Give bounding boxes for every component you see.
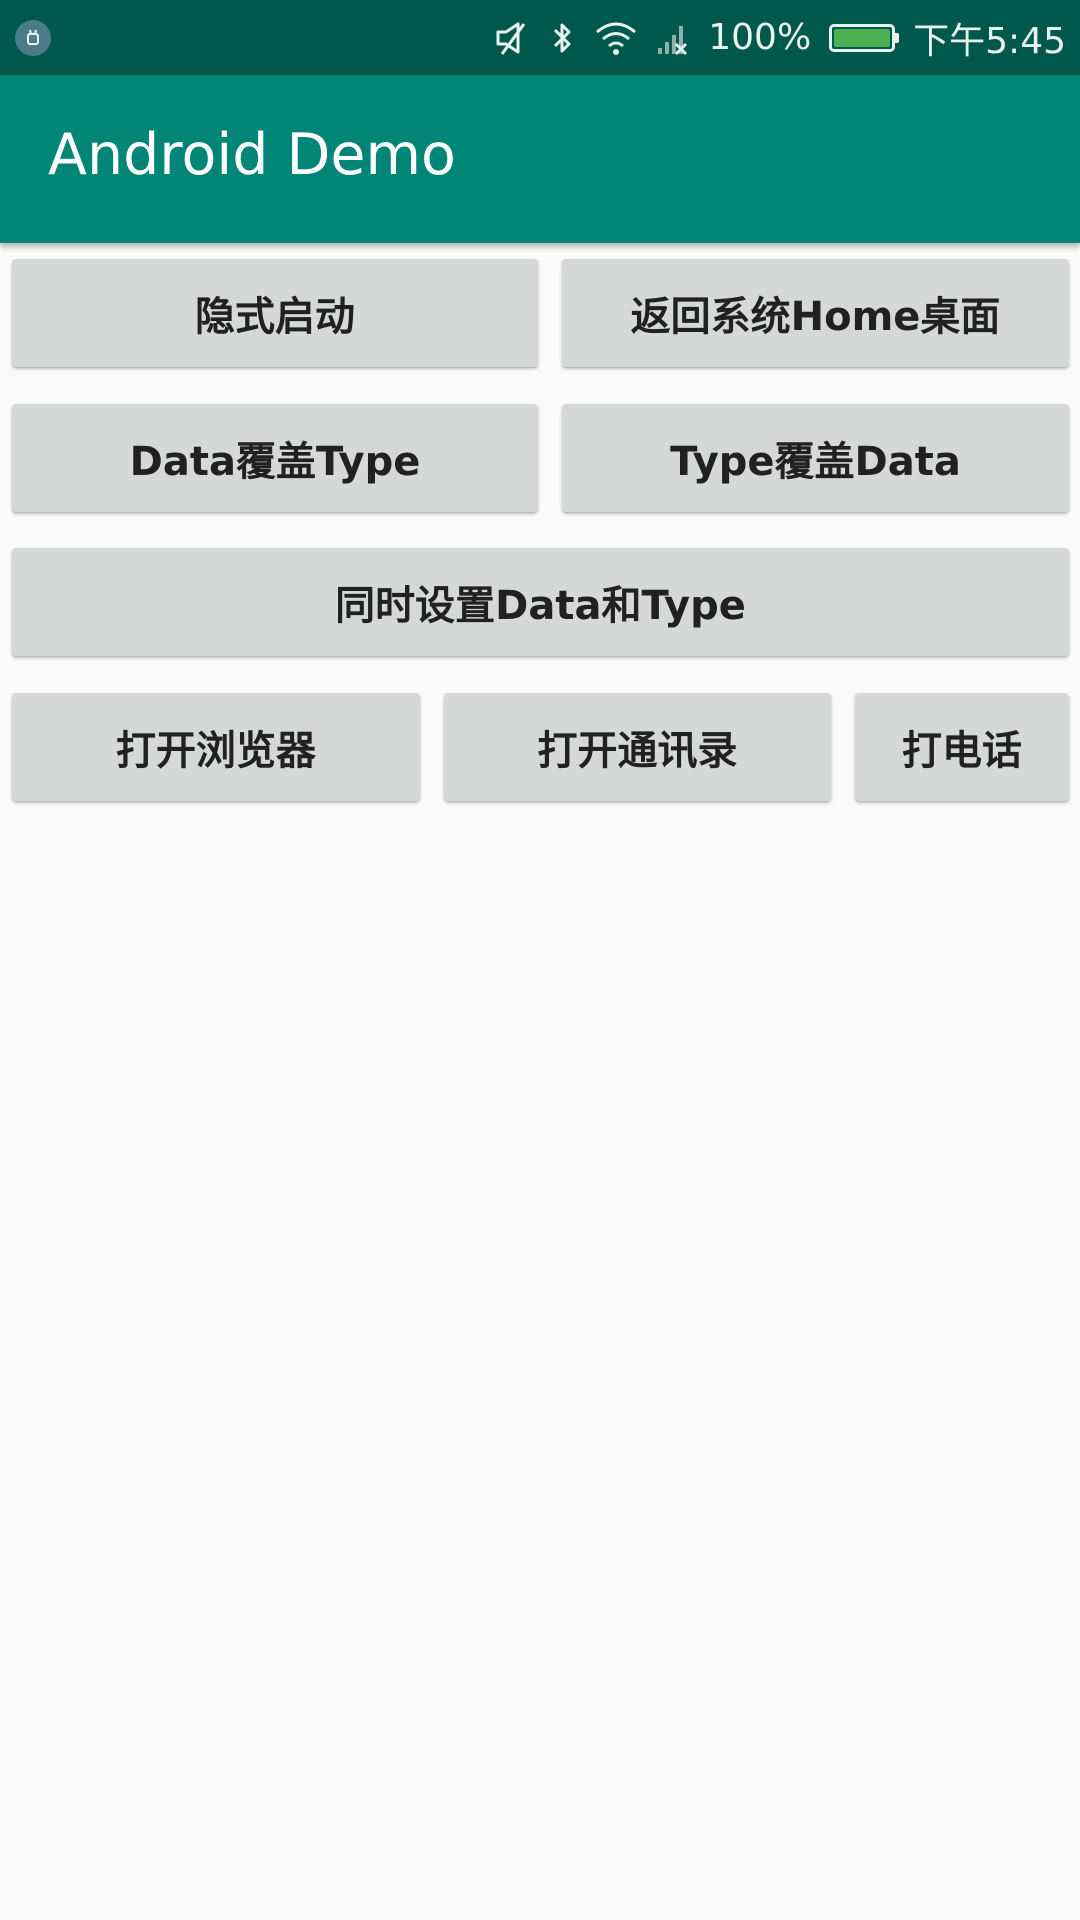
status-bar: 100% 下午5:45: [0, 0, 1080, 75]
type-override-data-button[interactable]: Type覆盖Data: [562, 404, 1069, 512]
set-data-and-type-button[interactable]: 同时设置Data和Type: [12, 548, 1069, 656]
status-icons: 100% 下午5:45: [494, 0, 1066, 75]
open-contacts-button[interactable]: 打开通讯录: [444, 693, 831, 801]
wifi-icon: [594, 20, 638, 56]
return-home-button[interactable]: 返回系统Home桌面: [562, 259, 1069, 367]
make-call-button[interactable]: 打电话: [855, 693, 1069, 801]
battery-percent: 100%: [708, 17, 812, 58]
data-override-type-button[interactable]: Data覆盖Type: [12, 404, 538, 512]
open-browser-button[interactable]: 打开浏览器: [12, 693, 420, 801]
mute-icon: [494, 20, 532, 56]
clock: 下午5:45: [913, 20, 1066, 62]
android-debug-icon: [15, 20, 51, 56]
battery-icon: [829, 23, 900, 52]
app-bar: Android Demo: [0, 75, 1080, 243]
implicit-start-button[interactable]: 隐式启动: [12, 259, 538, 367]
page-title: Android Demo: [48, 122, 456, 188]
signal-no-service-icon: [656, 20, 690, 56]
bluetooth-icon: [550, 20, 576, 56]
